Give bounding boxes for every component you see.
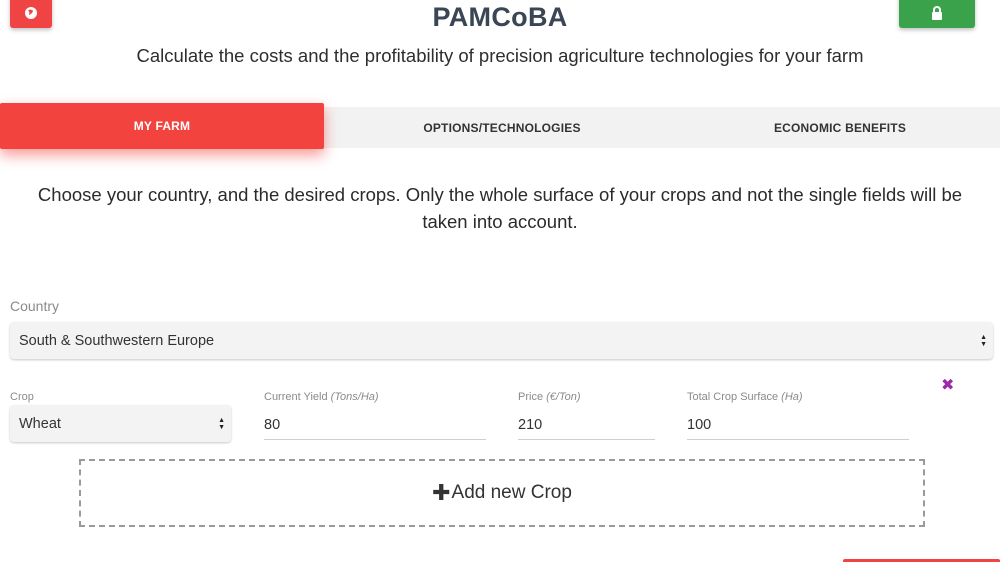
intro-text: Choose your country, and the desired cro… <box>37 184 963 232</box>
surface-label: Total Crop Surface (Ha) <box>687 391 803 403</box>
tab-my-farm[interactable]: MY FARM <box>0 103 324 149</box>
surface-input[interactable]: 100 <box>687 412 909 440</box>
country-selected-value: South & Southwestern Europe <box>19 332 215 349</box>
page-title: PAMCoBA <box>432 2 568 32</box>
crop-select[interactable]: Wheat ▲ ▼ <box>10 405 231 442</box>
page-subtitle: Calculate the costs and the profitabilit… <box>136 45 864 66</box>
country-select[interactable]: South & Southwestern Europe ▲ ▼ <box>10 322 993 359</box>
yield-label: Current Yield (Tons/Ha) <box>264 391 379 403</box>
crop-label: Crop <box>10 391 34 403</box>
price-input[interactable]: 210 <box>518 412 655 440</box>
tab-economic-benefits[interactable]: ECONOMIC BENEFITS <box>680 107 1000 148</box>
tab-options-technologies[interactable]: OPTIONS/TECHNOLOGIES <box>334 107 670 148</box>
add-crop-label: Add new Crop <box>451 482 572 503</box>
select-arrows-icon: ▲ ▼ <box>218 416 225 431</box>
country-label: Country <box>10 298 60 314</box>
yield-input[interactable]: 80 <box>264 412 486 440</box>
crop-selected-value: Wheat <box>19 415 61 432</box>
add-crop-button[interactable]: ✚ Add new Crop <box>79 459 925 527</box>
select-arrows-icon: ▲ ▼ <box>980 333 987 348</box>
price-label: Price (€/Ton) <box>518 391 581 403</box>
remove-crop-icon[interactable]: ✖ <box>941 378 954 394</box>
plus-icon: ✚ <box>432 480 451 505</box>
